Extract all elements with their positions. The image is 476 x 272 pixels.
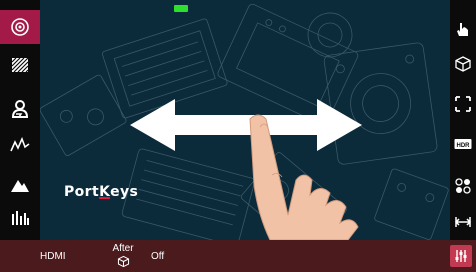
lut-state-label[interactable]: Off (151, 251, 164, 262)
hand-gesture-icon (249, 114, 359, 240)
monitor-screen: PortKeys HDR HDMI After Off (0, 0, 476, 272)
histogram-icon (12, 211, 29, 225)
dots-grid-icon (455, 178, 471, 194)
target-tool-button[interactable] (0, 10, 40, 44)
after-label: After (112, 243, 134, 254)
logo-suffix: eys (110, 184, 139, 200)
hdr-button[interactable]: HDR (452, 130, 474, 158)
cube-icon (117, 255, 129, 268)
logo-accent-letter: K (99, 184, 111, 200)
recording-indicator (174, 5, 188, 12)
focus-assist-button[interactable] (0, 92, 40, 126)
cube-icon (455, 56, 471, 72)
peaking-button[interactable] (0, 168, 40, 202)
left-sidebar (0, 0, 40, 240)
touch-tool-button[interactable] (452, 16, 474, 44)
false-color-button[interactable] (452, 172, 474, 200)
hand-pointer-icon (457, 23, 468, 36)
hdr-icon: HDR (454, 139, 472, 149)
logo-prefix: Port (64, 184, 100, 200)
histogram-button[interactable] (0, 200, 40, 234)
mountain-peaking-icon (11, 180, 29, 192)
anamorphic-icon (454, 217, 472, 227)
portkeys-logo: PortKeys (64, 184, 138, 200)
lut-after-toggle[interactable]: After (108, 243, 138, 268)
frame-guides-button[interactable] (452, 90, 474, 118)
anamorphic-button[interactable] (452, 208, 474, 236)
right-sidebar: HDR (450, 0, 476, 240)
monitor-view[interactable]: PortKeys (40, 0, 450, 240)
zebra-button[interactable] (0, 48, 40, 82)
waveform-icon (10, 136, 30, 152)
frame-guides-icon (455, 96, 471, 112)
hdmi-output-label[interactable]: HDMI (40, 251, 66, 262)
person-focus-icon (11, 100, 29, 118)
waveform-button[interactable] (0, 128, 40, 162)
hdr-text: HDR (457, 143, 471, 149)
settings-button[interactable] (450, 245, 472, 267)
bottom-status-bar: HDMI After Off (0, 240, 476, 272)
target-icon (11, 18, 29, 36)
lut-3d-button[interactable] (452, 50, 474, 78)
settings-sliders-icon (455, 250, 467, 262)
zebra-stripes-icon (11, 57, 29, 73)
